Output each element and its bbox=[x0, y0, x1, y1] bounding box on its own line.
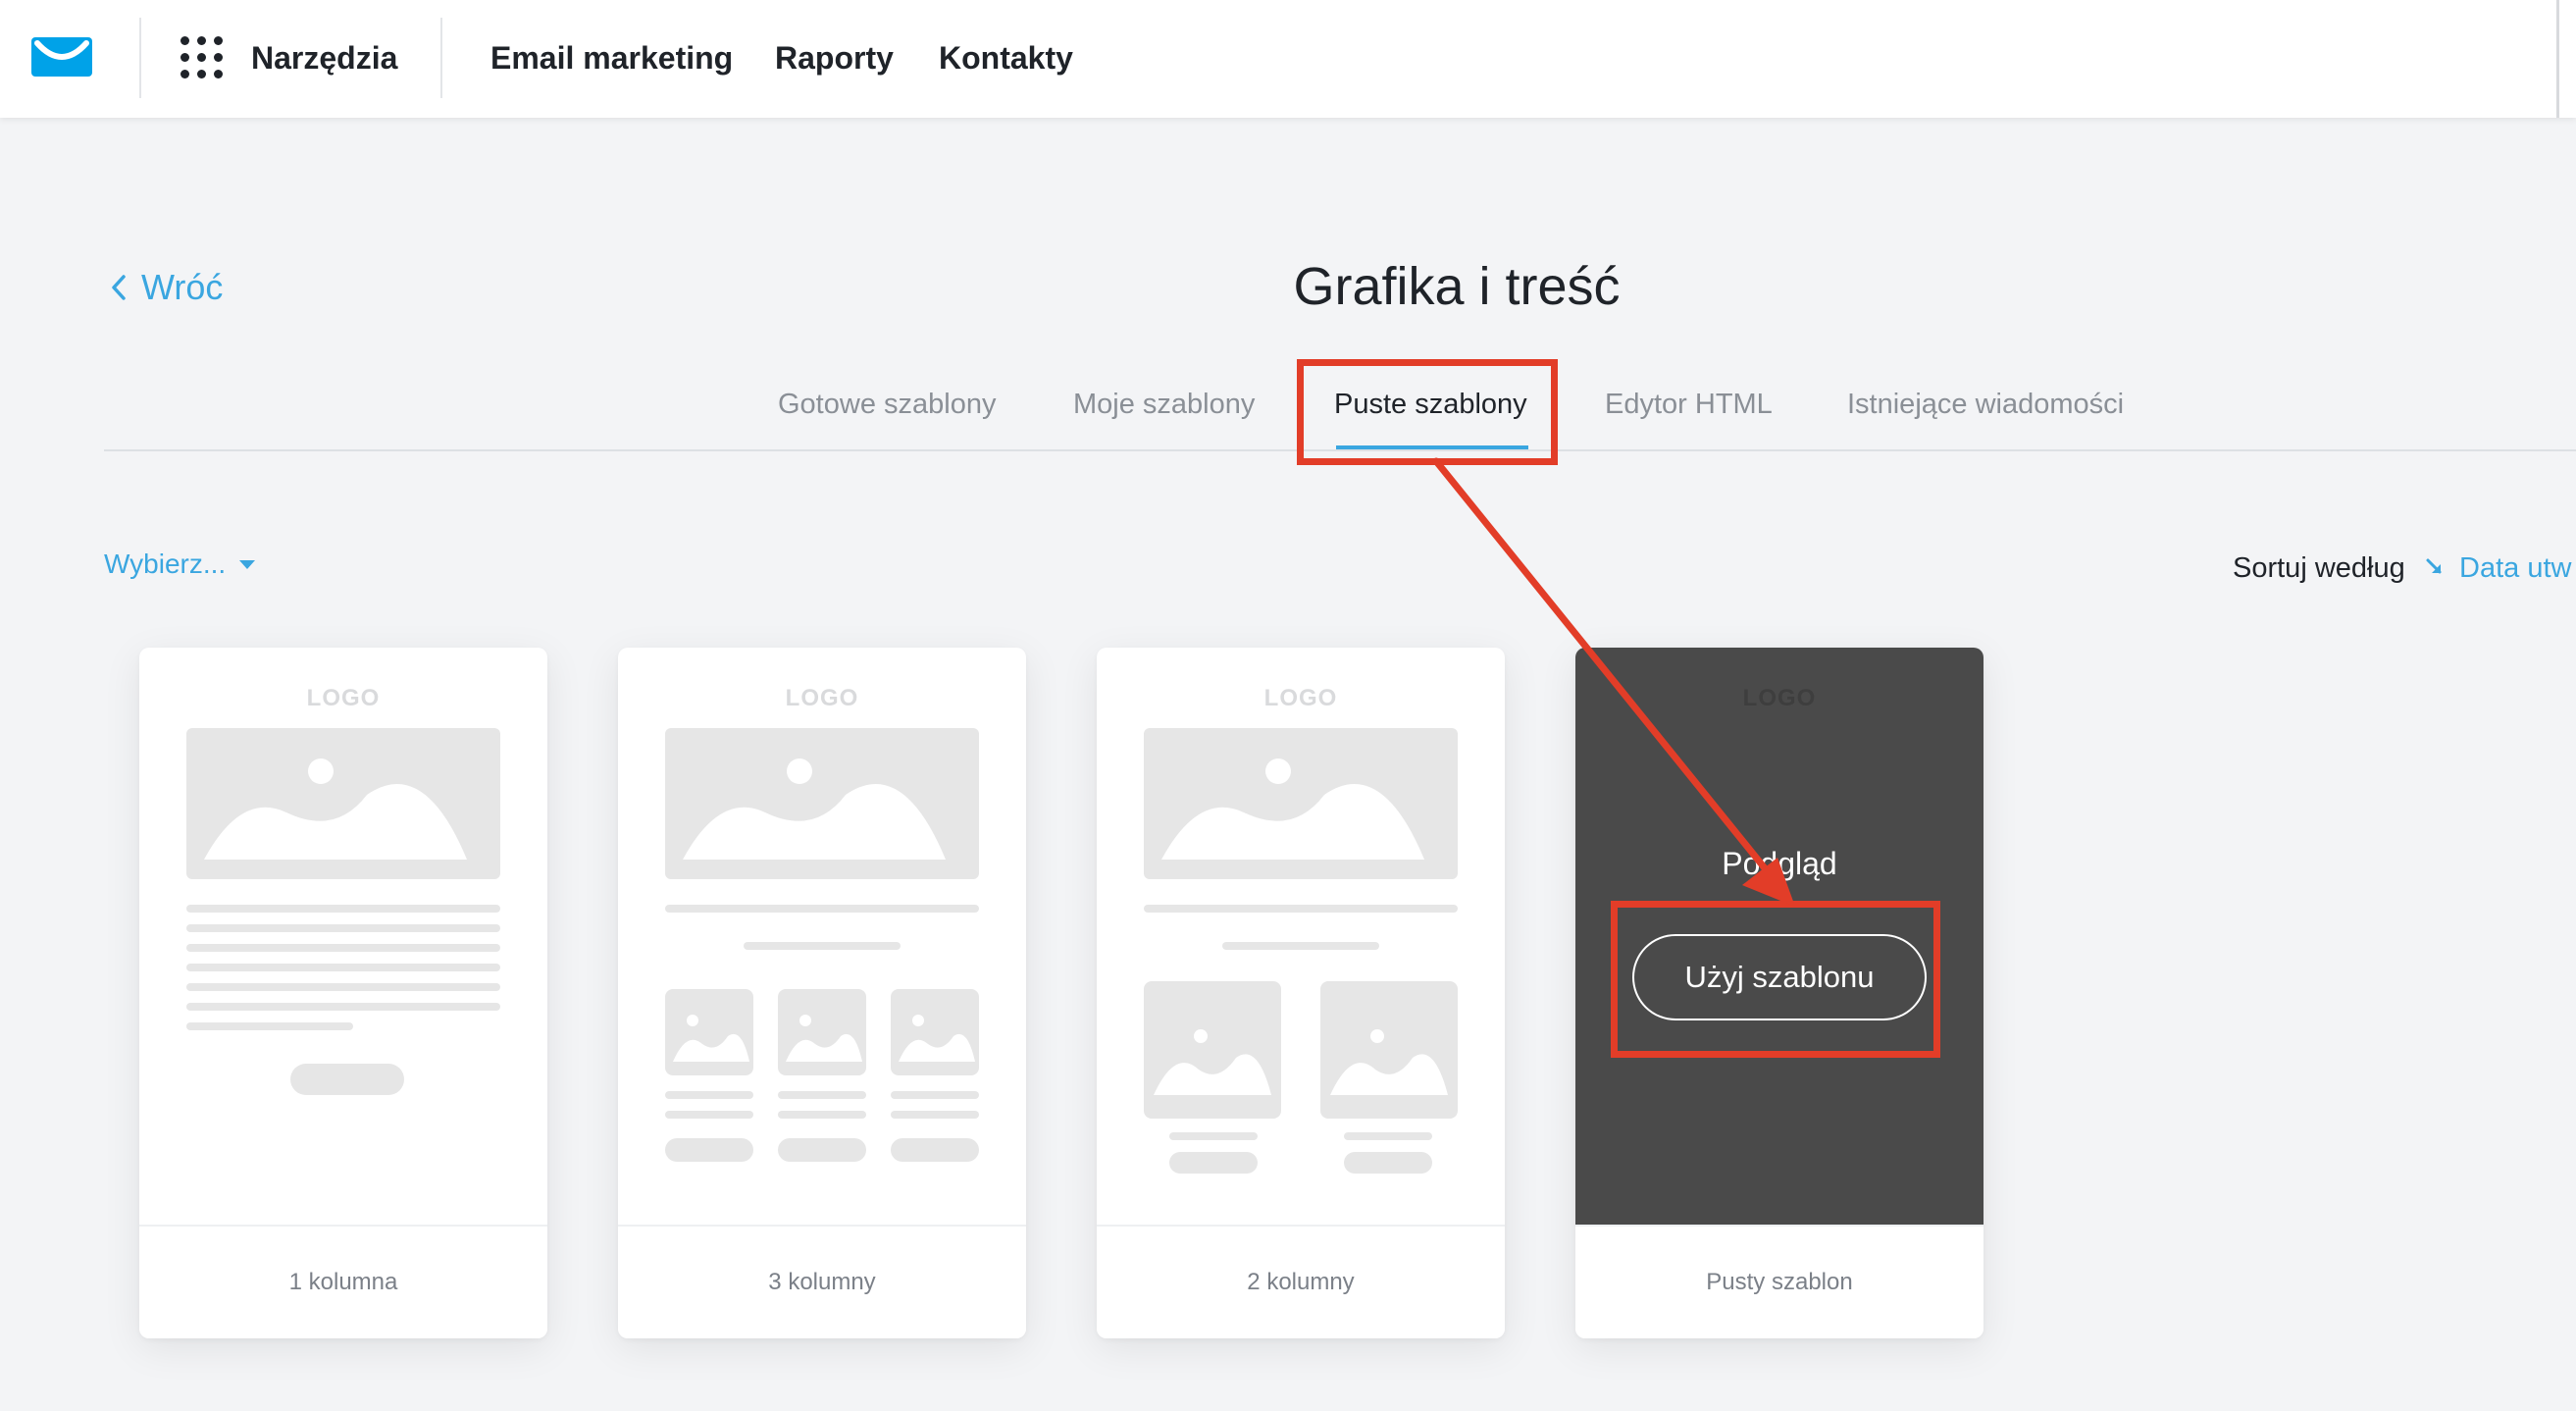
back-link[interactable]: Wróć bbox=[110, 265, 223, 310]
nav-item-contacts[interactable]: Kontakty bbox=[939, 39, 1073, 77]
top-navigation-bar: Narzędzia Email marketing Raporty Kontak… bbox=[0, 0, 2576, 118]
caret-down-icon bbox=[239, 559, 256, 569]
layout-wireframe bbox=[186, 728, 500, 1095]
template-card-2-columns[interactable]: LOGO 2 kolumny bbox=[1097, 648, 1505, 1338]
page-title: Grafika i treść bbox=[1293, 257, 1621, 316]
template-name: Pusty szablon bbox=[1575, 1225, 1984, 1338]
template-card-1-column[interactable]: LOGO 1 kolumna bbox=[139, 648, 547, 1338]
annotation-highlight-button bbox=[1611, 901, 1940, 1058]
sort-label: Sortuj według bbox=[2233, 552, 2405, 584]
template-preview[interactable]: LOGO bbox=[1097, 648, 1505, 1225]
nav-item-reports[interactable]: Raporty bbox=[775, 39, 894, 77]
preview-link[interactable]: Podgląd bbox=[1575, 844, 1984, 883]
sort-arrow-icon[interactable] bbox=[2423, 555, 2447, 579]
logo-placeholder: LOGO bbox=[1742, 685, 1817, 711]
layout-wireframe bbox=[665, 728, 979, 1162]
sort-value-link[interactable]: Data utw bbox=[2459, 549, 2571, 587]
template-card-3-columns[interactable]: LOGO 3 kolumny bbox=[618, 648, 1026, 1338]
nav-divider bbox=[2556, 0, 2559, 118]
template-name: 1 kolumna bbox=[139, 1225, 547, 1338]
tab-ready-templates[interactable]: Gotowe szablony bbox=[778, 385, 996, 424]
annotation-highlight-tab bbox=[1297, 359, 1558, 465]
back-label: Wróć bbox=[141, 267, 224, 307]
tab-html-editor[interactable]: Edytor HTML bbox=[1605, 385, 1773, 424]
tab-my-templates[interactable]: Moje szablony bbox=[1073, 385, 1255, 424]
nav-divider bbox=[139, 18, 141, 98]
select-dropdown[interactable]: Wybierz... bbox=[104, 546, 256, 583]
nav-tools[interactable]: Narzędzia bbox=[251, 39, 397, 77]
grid-dots-icon[interactable] bbox=[180, 36, 224, 79]
template-name: 3 kolumny bbox=[618, 1225, 1026, 1338]
select-label: Wybierz... bbox=[104, 549, 227, 579]
tab-existing-messages[interactable]: Istniejące wiadomości bbox=[1847, 385, 2124, 424]
nav-divider bbox=[440, 18, 442, 98]
nav-item-email-marketing[interactable]: Email marketing bbox=[490, 39, 733, 77]
envelope-logo-icon[interactable] bbox=[31, 37, 92, 77]
template-preview[interactable]: LOGO bbox=[618, 648, 1026, 1225]
layout-wireframe bbox=[1144, 728, 1458, 1174]
template-preview[interactable]: LOGO bbox=[139, 648, 547, 1225]
template-name: 2 kolumny bbox=[1097, 1225, 1505, 1338]
chevron-left-icon bbox=[112, 275, 126, 300]
